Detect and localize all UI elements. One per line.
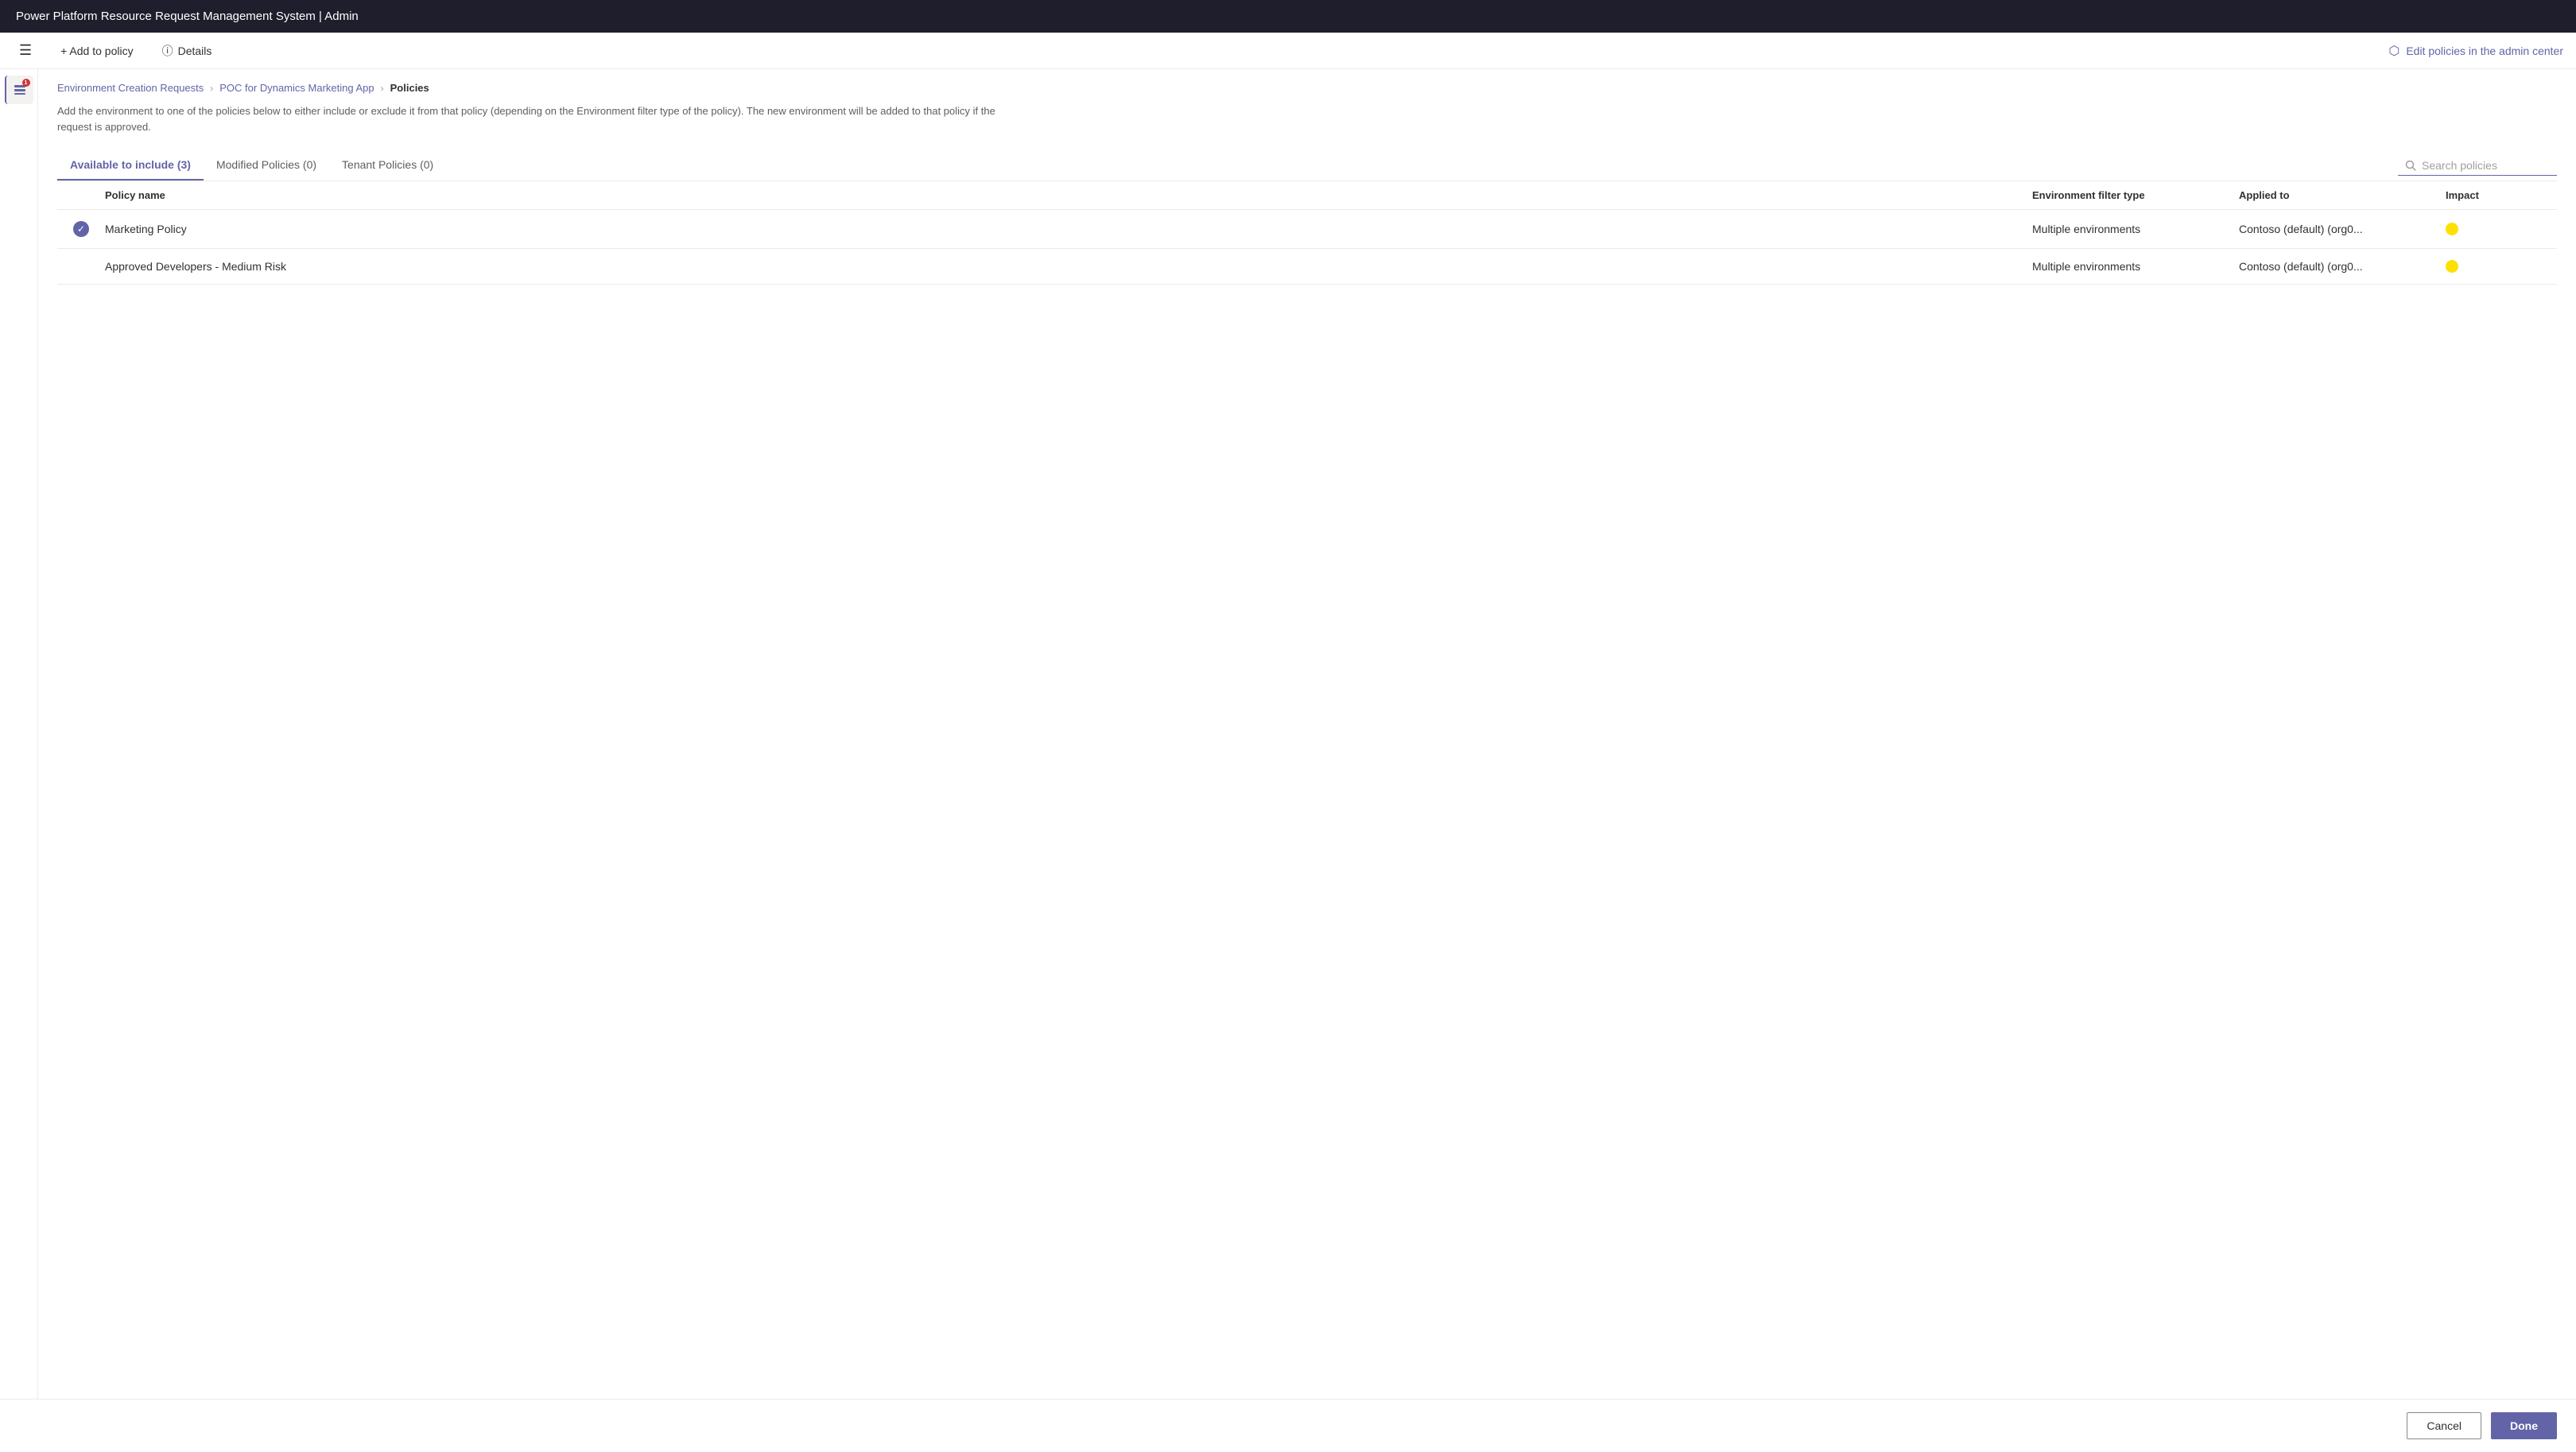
menu-icon[interactable]: ☰: [13, 39, 38, 62]
done-button[interactable]: Done: [2491, 1412, 2557, 1439]
title-bar: Power Platform Resource Request Manageme…: [0, 0, 2576, 33]
details-label: Details: [178, 45, 212, 57]
row-policy-name-0: Marketing Policy: [105, 223, 2032, 235]
footer: Cancel Done: [0, 1399, 2576, 1452]
row-impact-0: [2446, 223, 2557, 235]
breadcrumb-item-1[interactable]: POC for Dynamics Marketing App: [219, 82, 374, 94]
header-filter-type: Environment filter type: [2032, 189, 2239, 201]
breadcrumb-current: Policies: [390, 82, 429, 94]
details-button[interactable]: ⓘ Details: [156, 40, 219, 62]
breadcrumb: Environment Creation Requests › POC for …: [57, 82, 2557, 94]
header-check: [57, 189, 105, 201]
breadcrumb-separator-1: ›: [381, 83, 384, 94]
header-applied-to: Applied to: [2239, 189, 2446, 201]
row-impact-1: [2446, 260, 2557, 273]
external-link-icon: ⬡: [2388, 43, 2399, 59]
row-applied-to-1: Contoso (default) (org0...: [2239, 260, 2446, 273]
app-title: Power Platform Resource Request Manageme…: [16, 10, 359, 23]
search-input[interactable]: [2422, 159, 2541, 172]
notification-badge: 1: [22, 79, 30, 87]
row-policy-name-1: Approved Developers - Medium Risk: [105, 260, 2032, 273]
breadcrumb-separator-0: ›: [210, 83, 213, 94]
breadcrumb-item-0[interactable]: Environment Creation Requests: [57, 82, 204, 94]
edit-policies-link[interactable]: ⬡ Edit policies in the admin center: [2388, 43, 2563, 59]
details-icon: ⓘ: [162, 43, 173, 59]
sidebar-home-icon[interactable]: 1: [5, 76, 33, 104]
impact-dot-1: [2446, 260, 2458, 273]
toolbar: ☰ + Add to policy ⓘ Details ⬡ Edit polic…: [0, 33, 2576, 69]
search-box: [2398, 156, 2557, 176]
main-layout: 1 Environment Creation Requests › POC fo…: [0, 69, 2576, 1399]
policy-table: Policy name Environment filter type Appl…: [57, 181, 2557, 285]
row-applied-to-0: Contoso (default) (org0...: [2239, 223, 2446, 235]
row-filter-type-1: Multiple environments: [2032, 260, 2239, 273]
selected-check-icon: ✓: [73, 221, 89, 237]
table-row[interactable]: ✓ Marketing Policy Multiple environments…: [57, 210, 2557, 249]
tab-available[interactable]: Available to include (3): [57, 150, 204, 181]
cancel-button[interactable]: Cancel: [2407, 1412, 2481, 1439]
tabs-container: Available to include (3) Modified Polici…: [57, 150, 2557, 181]
main-content: Environment Creation Requests › POC for …: [38, 69, 2576, 1399]
row-check-0: ✓: [57, 221, 105, 237]
add-to-policy-label: + Add to policy: [60, 45, 133, 57]
tab-tenant[interactable]: Tenant Policies (0): [329, 150, 446, 181]
toolbar-left: ☰ + Add to policy ⓘ Details: [13, 39, 218, 62]
table-row[interactable]: Approved Developers - Medium Risk Multip…: [57, 249, 2557, 285]
add-to-policy-button[interactable]: + Add to policy: [54, 41, 139, 60]
page-description: Add the environment to one of the polici…: [57, 103, 1011, 134]
header-impact: Impact: [2446, 189, 2557, 201]
edit-policies-label: Edit policies in the admin center: [2406, 45, 2563, 57]
tab-modified[interactable]: Modified Policies (0): [204, 150, 329, 181]
tabs-left: Available to include (3) Modified Polici…: [57, 150, 446, 181]
row-filter-type-0: Multiple environments: [2032, 223, 2239, 235]
table-header: Policy name Environment filter type Appl…: [57, 181, 2557, 210]
header-policy-name: Policy name: [105, 189, 2032, 201]
sidebar: 1: [0, 69, 38, 1399]
impact-dot-0: [2446, 223, 2458, 235]
search-icon: [2404, 159, 2417, 172]
